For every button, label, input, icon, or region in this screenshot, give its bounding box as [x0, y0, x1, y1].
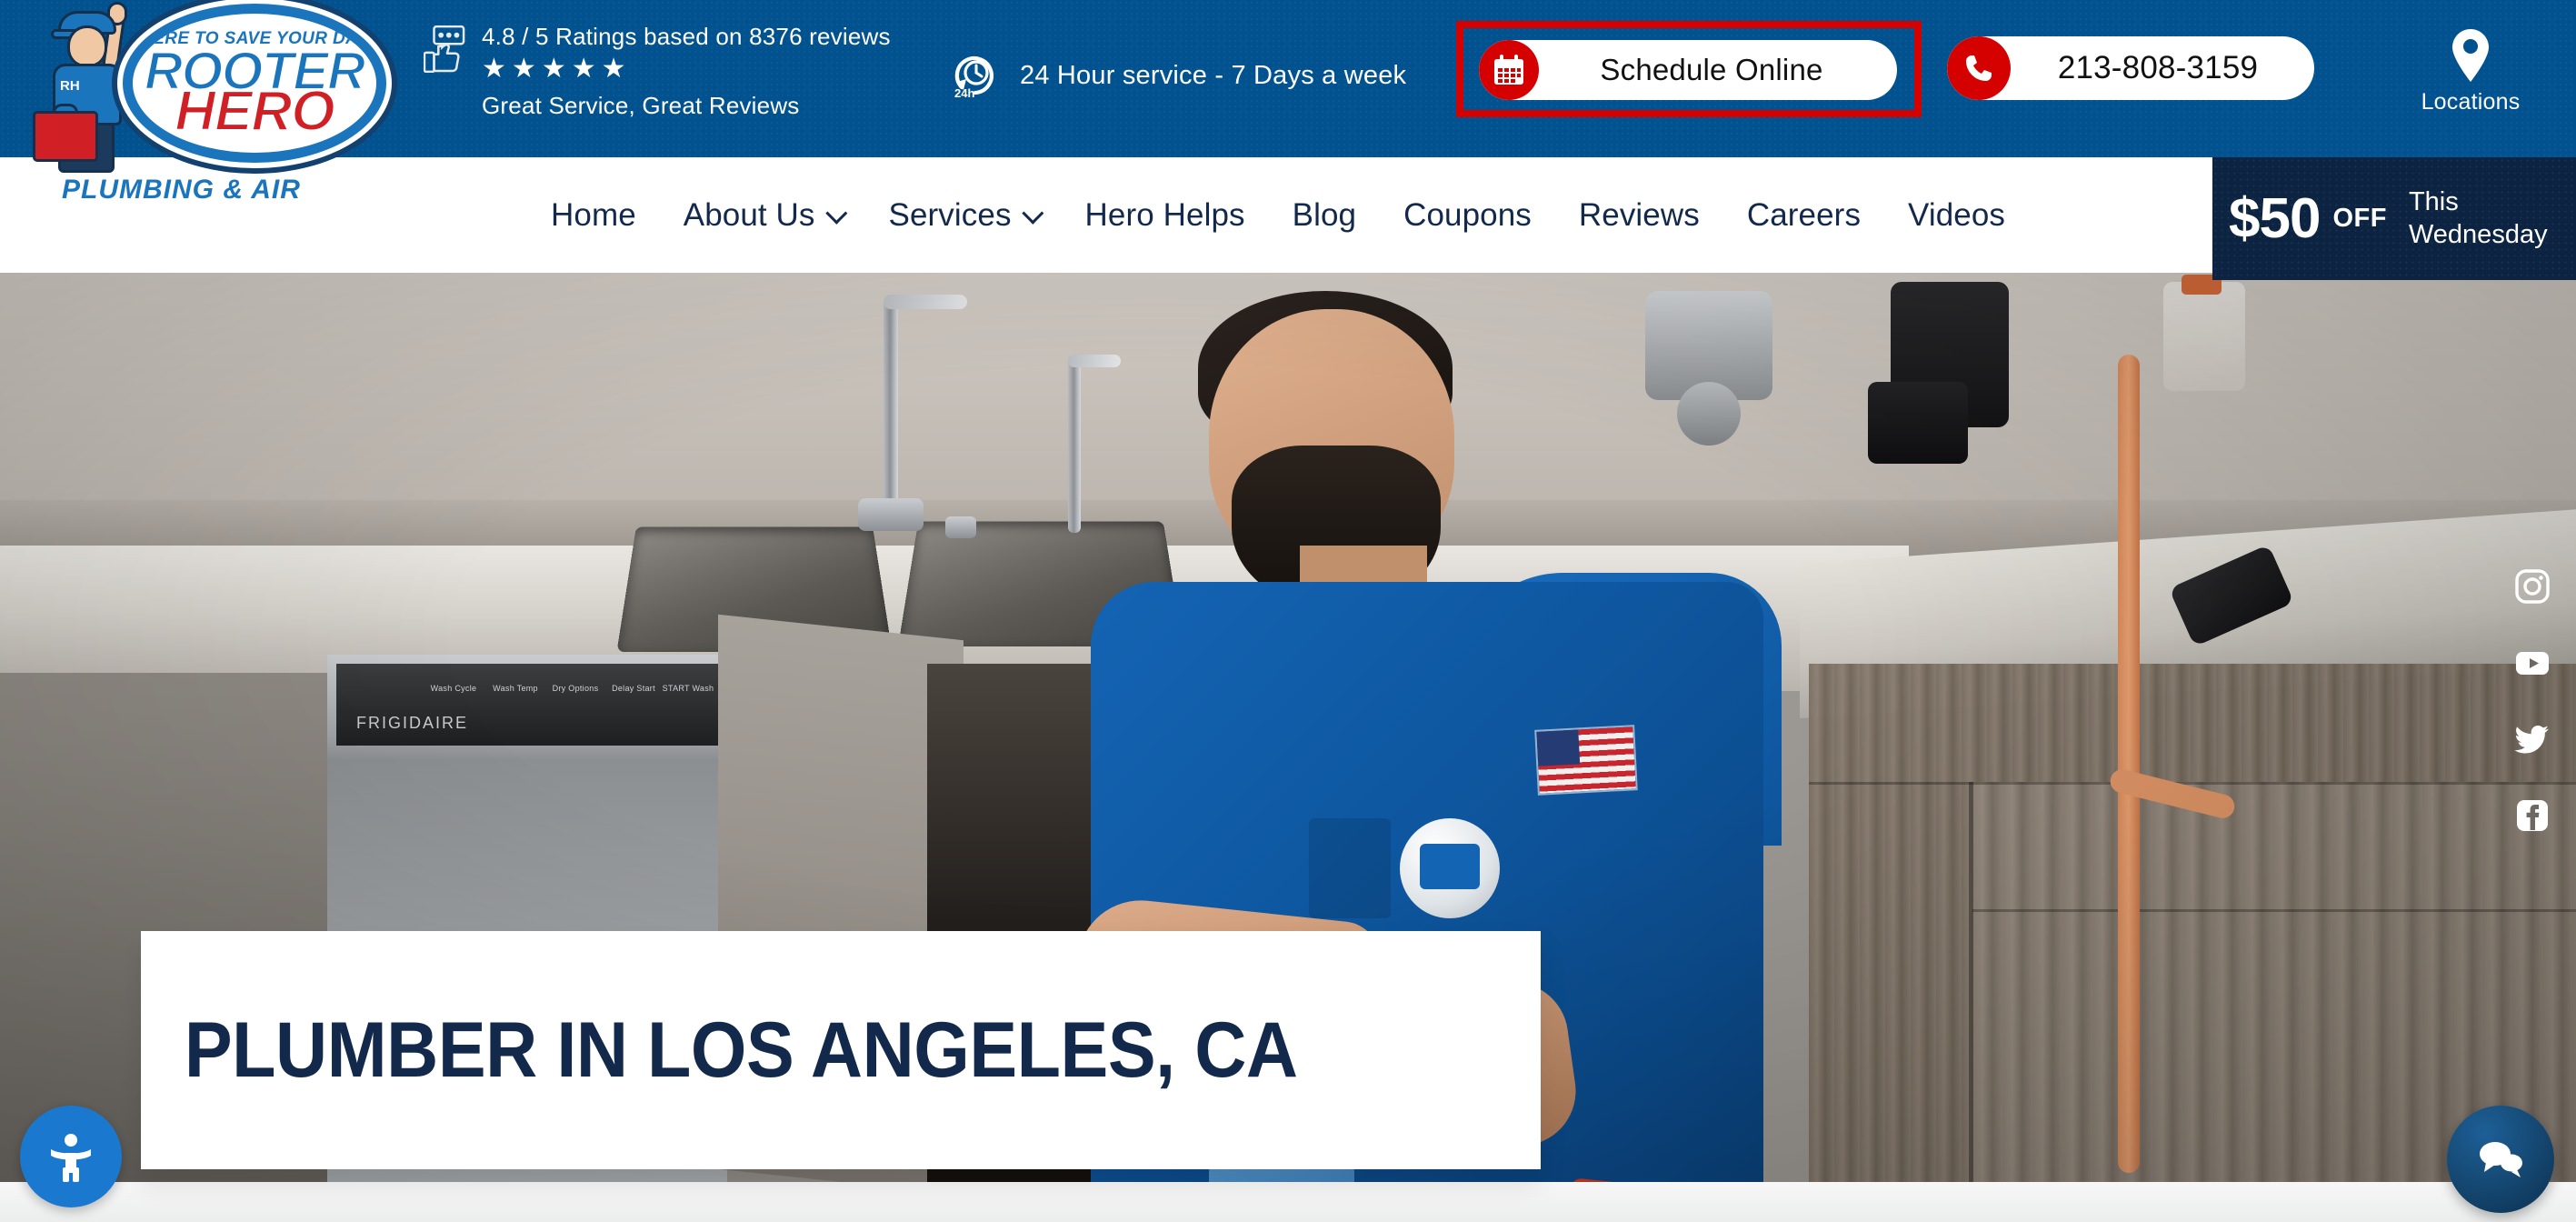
- nav-label: Reviews: [1578, 197, 1700, 233]
- hours-block: 24h 24 Hour service - 7 Days a week: [951, 51, 1406, 100]
- map-pin-icon: [2452, 29, 2489, 82]
- phone-icon: [1966, 55, 1992, 81]
- promo-when-line2: Wednesday: [2408, 219, 2548, 249]
- locations-label: Locations: [2421, 89, 2521, 115]
- nav-label: Videos: [1908, 197, 2006, 233]
- nav-item-blog[interactable]: Blog: [1269, 197, 1380, 234]
- nav-label: Careers: [1746, 197, 1862, 233]
- nav-label: Coupons: [1403, 197, 1532, 233]
- nav-items: Home About Us Services Hero Helps Blog C…: [527, 157, 2029, 274]
- svg-text:24h: 24h: [954, 86, 974, 100]
- page-root: RH HERE TO SAVE YOUR DAY ROOTER HERO PLU…: [0, 0, 2576, 1222]
- calendar-icon: [1494, 55, 1523, 85]
- schedule-online-button[interactable]: Schedule Online: [1479, 40, 1897, 100]
- nav-item-careers[interactable]: Careers: [1723, 197, 1884, 234]
- star-icon: ★: [601, 53, 626, 84]
- mascot-initials: RH: [60, 78, 80, 94]
- page-title: PLUMBER IN LOS ANGELES, CA: [184, 1006, 1298, 1094]
- ratings-block[interactable]: 4.8 / 5 Ratings based on 8376 reviews ★ …: [424, 22, 891, 120]
- ratings-caption: Great Service, Great Reviews: [482, 91, 800, 119]
- youtube-icon[interactable]: [2514, 645, 2551, 681]
- star-icon: ★: [571, 53, 596, 84]
- chevron-down-icon: [1021, 202, 1043, 225]
- site-logo[interactable]: RH HERE TO SAVE YOUR DAY ROOTER HERO PLU…: [18, 0, 400, 258]
- social-rail: [2514, 568, 2551, 834]
- ratings-summary: 4.8 / 5 Ratings based on 8376 reviews: [482, 23, 891, 50]
- nav-item-about-us[interactable]: About Us: [660, 197, 865, 234]
- thumbs-up-review-icon: [424, 25, 465, 73]
- star-icon: ★: [511, 53, 536, 84]
- chat-button[interactable]: [2447, 1106, 2554, 1213]
- phone-icon-circle: [1947, 36, 2011, 100]
- hours-text: 24 Hour service - 7 Days a week: [1020, 60, 1407, 90]
- clock-24h-icon: 24h: [954, 56, 993, 100]
- nav-item-coupons[interactable]: Coupons: [1380, 197, 1555, 234]
- nav-label: Home: [551, 197, 636, 233]
- twitter-icon[interactable]: [2514, 721, 2551, 757]
- facebook-icon[interactable]: [2514, 797, 2551, 834]
- hero-title-panel: PLUMBER IN LOS ANGELES, CA: [141, 931, 1541, 1169]
- nav-item-services[interactable]: Services: [865, 197, 1062, 234]
- promo-when-line1: This: [2408, 186, 2459, 216]
- phone-button[interactable]: 213-808-3159: [1947, 36, 2314, 100]
- schedule-online-label: Schedule Online: [1600, 53, 1823, 86]
- below-fold-section: [0, 1182, 2576, 1222]
- nav-label: Services: [888, 197, 1012, 233]
- nav-label: Blog: [1292, 197, 1357, 233]
- chevron-down-icon: [824, 202, 847, 225]
- star-icon: ★: [541, 53, 566, 84]
- calendar-icon-circle: [1479, 40, 1539, 100]
- phone-number: 213-808-3159: [2057, 50, 2259, 85]
- promo-when: This Wednesday: [2409, 186, 2548, 252]
- logo-name-hero: HERO: [174, 80, 335, 144]
- instagram-icon[interactable]: [2514, 568, 2551, 605]
- nav-item-videos[interactable]: Videos: [1884, 197, 2029, 234]
- nav-label: Hero Helps: [1084, 197, 1245, 233]
- star-icon: ★: [482, 53, 506, 84]
- accessibility-button[interactable]: [20, 1106, 122, 1207]
- logo-oval: HERE TO SAVE YOUR DAY ROOTER HERO: [123, 4, 386, 163]
- logo-subtitle: PLUMBING & AIR: [62, 175, 301, 205]
- star-rating: ★ ★ ★ ★ ★: [482, 55, 891, 83]
- nav-label: About Us: [683, 197, 815, 233]
- promo-off-label: OFF: [2332, 204, 2387, 233]
- accessibility-icon: [51, 1134, 91, 1182]
- nav-item-reviews[interactable]: Reviews: [1555, 197, 1723, 234]
- nav-item-hero-helps[interactable]: Hero Helps: [1062, 197, 1269, 234]
- promo-banner[interactable]: $50 OFF This Wednesday: [2212, 157, 2576, 280]
- nav-item-home[interactable]: Home: [527, 197, 660, 234]
- chat-bubble-icon: [2480, 1142, 2522, 1177]
- locations-link[interactable]: Locations: [2389, 27, 2552, 115]
- promo-amount: $50: [2229, 186, 2321, 250]
